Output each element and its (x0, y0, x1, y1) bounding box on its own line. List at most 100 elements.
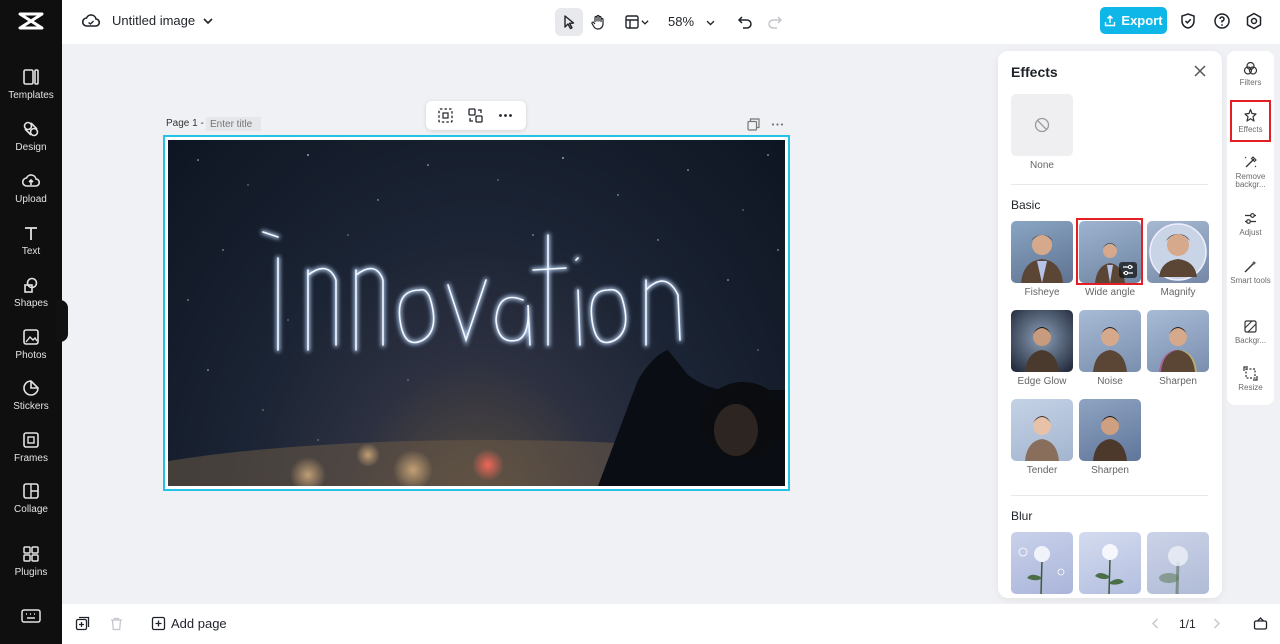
effect-tender-tile[interactable] (1011, 399, 1073, 461)
frames-icon (23, 432, 39, 448)
basic-section-heading: Basic (1011, 198, 1041, 212)
blur-effect-tile[interactable] (1079, 532, 1141, 594)
replace-icon[interactable] (467, 107, 484, 124)
chevron-left-icon[interactable] (1148, 616, 1163, 631)
add-layer-icon[interactable] (75, 616, 90, 631)
settings-icon[interactable] (1245, 12, 1263, 30)
duplicate-page-icon[interactable] (747, 118, 760, 131)
help-icon[interactable] (1213, 12, 1231, 30)
capcut-logo-icon[interactable] (17, 10, 45, 32)
rail-item-background[interactable]: Backgr... (1227, 319, 1274, 345)
sidebar-item-design[interactable]: Design (0, 114, 62, 162)
effect-name: Tender (1026, 465, 1058, 476)
effect-none-tile[interactable] (1011, 94, 1073, 156)
divider (1011, 184, 1208, 185)
effects-panel-title: Effects (1011, 64, 1058, 80)
page-title-input[interactable] (206, 117, 261, 131)
add-page-button[interactable]: Add page (151, 616, 227, 631)
chevron-right-icon[interactable] (1209, 616, 1224, 631)
trash-icon[interactable] (109, 616, 124, 631)
effect-name: Sharpen (1159, 376, 1197, 387)
chevron-down-icon (706, 20, 714, 26)
blur-effect-tile[interactable] (1147, 532, 1209, 594)
add-page-label: Add page (171, 616, 227, 631)
sidebar-collapse-handle[interactable] (56, 300, 68, 342)
sidebar-item-label: Upload (15, 194, 47, 205)
collage-icon (23, 483, 39, 499)
document-title[interactable]: Untitled image (112, 13, 195, 28)
page-label: Page 1 - (166, 118, 204, 129)
blur-effect-tile[interactable] (1011, 532, 1073, 594)
sidebar-item-plugins[interactable]: Plugins (0, 539, 62, 587)
night-sky-illustration (168, 154, 785, 486)
selection-highlight (1230, 100, 1271, 142)
top-bar: Untitled image 58% Export (62, 0, 1280, 44)
rail-item-smart-tools[interactable]: Smart tools (1227, 259, 1274, 285)
close-icon[interactable] (1193, 64, 1207, 78)
remove-background-icon (1244, 156, 1257, 168)
effect-edge-glow-tile[interactable] (1011, 310, 1073, 372)
zoom-level[interactable]: 58% (668, 14, 694, 29)
add-page-icon (151, 616, 166, 631)
sidebar-item-upload[interactable]: Upload (0, 166, 62, 214)
rail-item-filters[interactable]: Filters (1227, 61, 1274, 87)
blur-section-heading: Blur (1011, 509, 1033, 523)
templates-icon (23, 69, 39, 85)
rail-item-resize[interactable]: Resize (1227, 366, 1274, 392)
effect-fisheye-tile[interactable] (1011, 221, 1073, 283)
undo-button[interactable] (731, 8, 759, 36)
rail-item-remove-background[interactable]: Remove backgr... (1227, 155, 1274, 189)
chevron-down-icon[interactable] (202, 15, 214, 27)
sidebar-item-text[interactable]: Text (0, 218, 62, 266)
photos-icon (23, 329, 39, 345)
sidebar-item-stickers[interactable]: Stickers (0, 373, 62, 421)
flower-thumbnail (1095, 544, 1124, 594)
sidebar-item-collage[interactable]: Collage (0, 476, 62, 524)
effect-magnify-tile[interactable] (1147, 221, 1209, 283)
rail-item-adjust[interactable]: Adjust (1227, 211, 1274, 237)
effect-sharpen-tile[interactable] (1147, 310, 1209, 372)
hand-tool-button[interactable] (584, 8, 612, 36)
magic-wand-icon (1244, 260, 1257, 273)
portrait-thumbnail (1025, 416, 1059, 461)
effect-name: Fisheye (1024, 287, 1060, 298)
undo-icon (737, 16, 752, 29)
select-tool-button[interactable] (555, 8, 583, 36)
layout-tool-button[interactable] (620, 8, 654, 36)
cloud-sync-icon[interactable] (82, 12, 100, 30)
floating-toolbar (426, 101, 526, 130)
rail-item-label: Filters (1239, 78, 1262, 87)
sidebar-item-photos[interactable]: Photos (0, 322, 62, 370)
sidebar-item-frames[interactable]: Frames (0, 425, 62, 473)
adjust-icon (1245, 213, 1256, 224)
bottom-bar: Add page 1/1 (62, 604, 1280, 644)
more-icon[interactable] (497, 107, 514, 124)
shapes-icon (24, 277, 38, 293)
export-button[interactable]: Export (1100, 7, 1167, 34)
expand-panel-icon[interactable] (1253, 616, 1268, 631)
redo-icon (768, 16, 783, 29)
flower-thumbnail (1159, 546, 1188, 594)
sidebar-item-shapes[interactable]: Shapes (0, 270, 62, 318)
none-icon (1034, 117, 1050, 133)
sidebar-item-label: Collage (14, 504, 48, 515)
sidebar-item-templates[interactable]: Templates (0, 62, 62, 110)
flower-thumbnail (1018, 546, 1065, 594)
divider (1011, 495, 1208, 496)
zoom-dropdown-button[interactable] (696, 8, 724, 36)
canvas-page[interactable] (163, 135, 790, 491)
rail-item-label: Smart tools (1230, 276, 1271, 285)
select-area-icon[interactable] (437, 107, 454, 124)
shield-icon[interactable] (1179, 12, 1197, 30)
redo-button[interactable] (761, 8, 789, 36)
effect-sharpen-2-tile[interactable] (1079, 399, 1141, 461)
page-more-icon[interactable] (771, 118, 784, 131)
keyboard-icon[interactable] (21, 608, 41, 624)
effect-name: None (1030, 160, 1054, 171)
effect-noise-tile[interactable] (1079, 310, 1141, 372)
rail-item-label: Adjust (1239, 228, 1262, 237)
sidebar-item-label: Design (15, 142, 47, 153)
sidebar-item-label: Stickers (13, 401, 49, 412)
canvas-image[interactable] (168, 140, 785, 486)
page-count: 1/1 (1179, 617, 1196, 631)
